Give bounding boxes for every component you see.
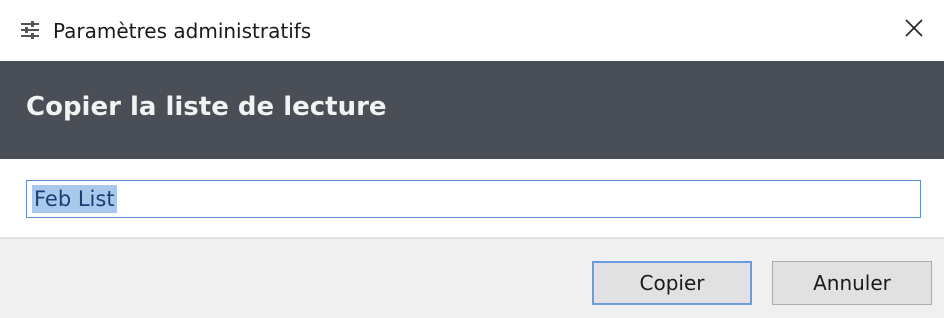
cancel-button[interactable]: Annuler [772,261,932,305]
close-button[interactable] [896,12,932,48]
dialog-footer: Copier Annuler [0,239,944,318]
copy-button[interactable]: Copier [592,261,752,305]
close-icon [904,18,924,42]
dialog-content: Feb List [0,159,944,237]
sliders-icon [20,20,40,40]
title-bar: Paramètres administratifs [0,0,944,61]
playlist-name-input[interactable]: Feb List [26,180,921,218]
window-title: Paramètres administratifs [53,19,312,43]
dialog-header: Copier la liste de lecture [0,61,944,159]
playlist-name-value: Feb List [32,185,117,213]
dialog-heading: Copier la liste de lecture [26,92,387,122]
